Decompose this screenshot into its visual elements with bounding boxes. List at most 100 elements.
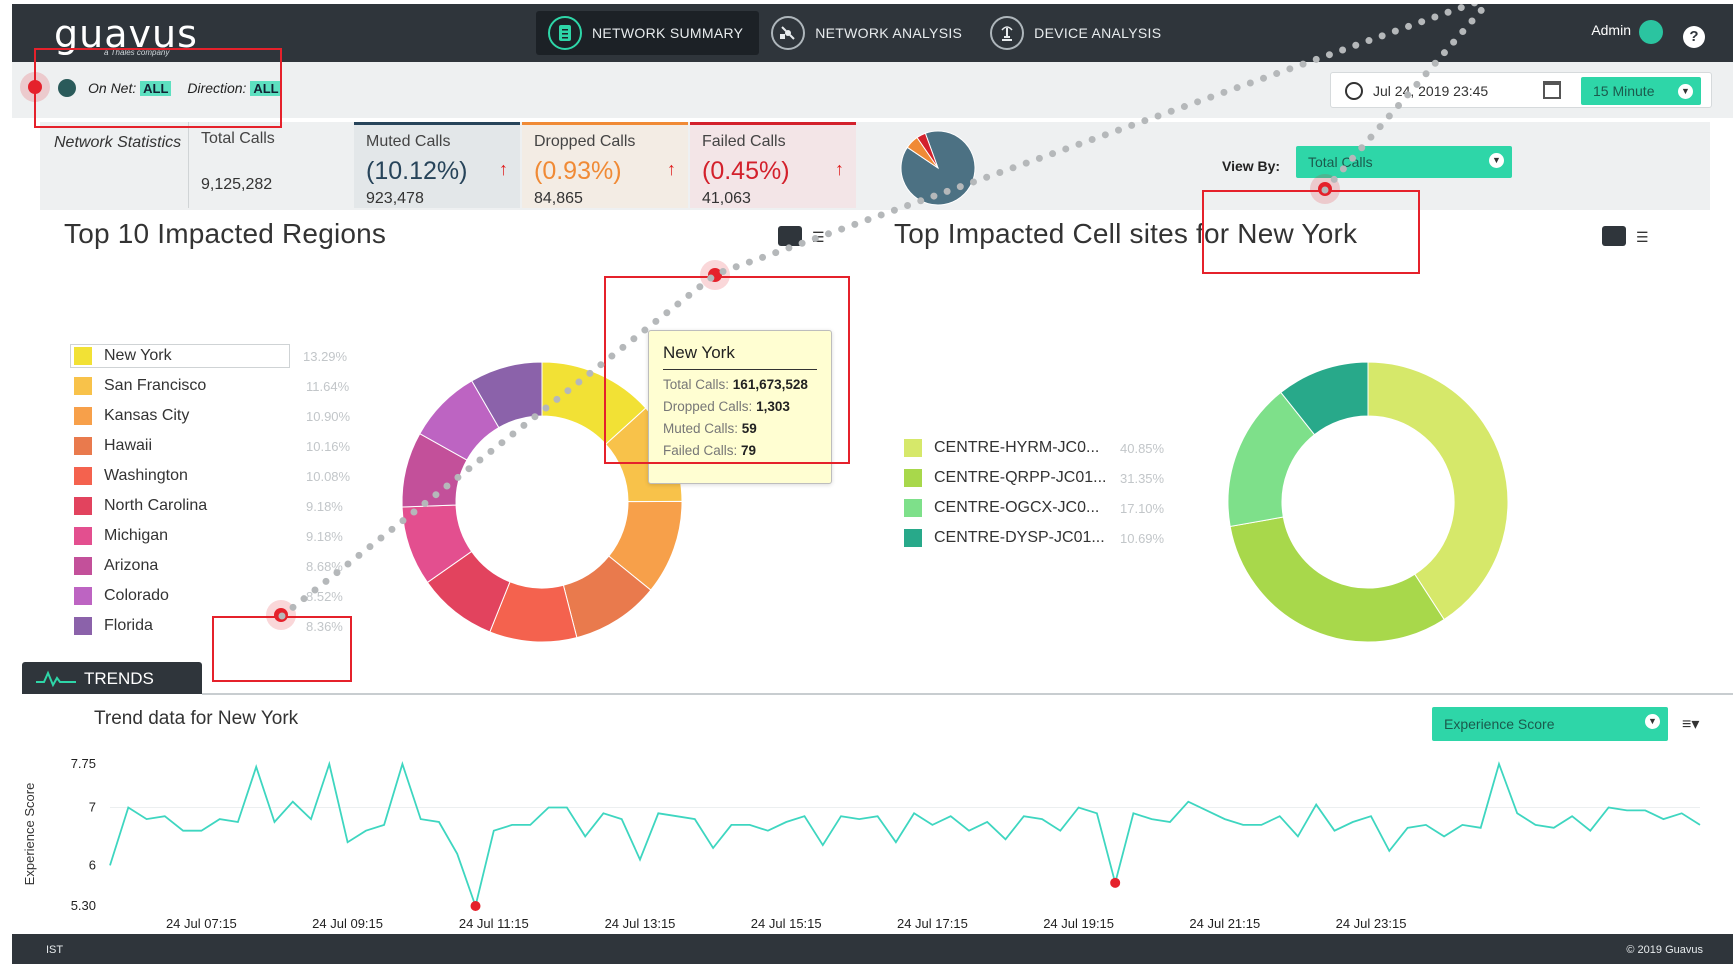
legend-label: CENTRE-OGCX-JC0... (934, 499, 1100, 516)
legend-label: Washington (104, 467, 188, 484)
legend-percent: 10.69% (1120, 530, 1165, 546)
stat-title: Muted Calls (366, 133, 451, 150)
anomaly-point[interactable] (1110, 877, 1121, 888)
legend-swatch (74, 407, 92, 425)
arrow-up-icon: ↑ (835, 159, 844, 179)
legend-swatch (74, 377, 92, 395)
legend-label: CENTRE-HYRM-JC0... (934, 439, 1100, 456)
legend-percent: 9.18% (306, 498, 343, 514)
view-by-value: Total Calls (1308, 154, 1373, 170)
region-legend-item[interactable]: North Carolina 9.18% (74, 494, 343, 518)
annotation-dot (28, 80, 42, 94)
region-legend-item[interactable]: Michigan 9.18% (74, 524, 343, 548)
region-legend-item[interactable]: Kansas City 10.90% (74, 404, 350, 428)
cell-legend-item[interactable]: CENTRE-DYSP-JC01... 10.69% (904, 526, 1164, 550)
legend-label: Colorado (104, 587, 169, 604)
x-tick-label: 24 Jul 17:15 (897, 916, 968, 931)
legend-percent: 13.29% (303, 348, 348, 364)
annotation-box-trend-title (212, 616, 352, 682)
annotation-box-filters (34, 48, 282, 128)
legend-swatch (74, 587, 92, 605)
list-view-icon[interactable]: ☰ (812, 230, 828, 244)
legend-swatch (74, 347, 92, 365)
legend-label: Arizona (104, 557, 159, 574)
pie-view-icon[interactable] (778, 226, 802, 246)
legend-swatch (904, 529, 922, 547)
chart-menu-icon[interactable]: ≡▾ (1682, 714, 1699, 734)
trends-divider (202, 693, 1733, 695)
app-window: guavus a Thales company NETWORK SUMMARY … (0, 0, 1733, 964)
list-view-icon[interactable]: ☰ (1636, 230, 1652, 244)
interval-dropdown[interactable]: 15 Minute ▼ (1581, 77, 1701, 105)
legend-percent: 8.68% (306, 558, 343, 574)
stat-title: Dropped Calls (534, 133, 636, 150)
view-by-label: View By: (1222, 158, 1281, 174)
tab-network-analysis[interactable]: NETWORK ANALYSIS (759, 11, 978, 55)
x-tick-label: 24 Jul 19:15 (1043, 916, 1114, 931)
stat-percent: (0.45%) (702, 157, 790, 185)
user-name[interactable]: Admin (1591, 22, 1631, 38)
y-tick-label: 7 (89, 799, 96, 814)
calendar-icon[interactable] (1543, 81, 1561, 99)
legend-swatch (74, 497, 92, 515)
region-legend-item[interactable]: New York 13.29% (70, 344, 347, 368)
arrow-up-icon: ↑ (499, 159, 508, 179)
legend-swatch (904, 439, 922, 457)
trends-tab[interactable]: TRENDS (22, 662, 202, 694)
tab-label: DEVICE ANALYSIS (1034, 25, 1162, 41)
call-status-pie[interactable] (900, 130, 976, 206)
x-tick-label: 24 Jul 09:15 (312, 916, 383, 931)
cell-legend-item[interactable]: CENTRE-HYRM-JC0... 40.85% (904, 436, 1164, 460)
region-legend-item[interactable]: Hawaii 10.16% (74, 434, 350, 458)
stat-dropped-calls[interactable]: Dropped Calls (0.93%) 84,865 ↑ (522, 122, 688, 208)
chevron-down-icon: ▼ (1489, 153, 1504, 168)
legend-percent: 17.10% (1120, 500, 1165, 516)
legend-percent: 9.18% (306, 528, 343, 544)
stat-title: Total Calls (201, 130, 275, 147)
donut-slice[interactable] (1367, 361, 1509, 621)
legend-percent: 31.35% (1120, 470, 1165, 486)
trend-chart[interactable]: Experience Score 7.75 7 6 5.30 24 Jul 07:15 24… (12, 744, 1733, 934)
pie-view-icon[interactable] (1602, 226, 1626, 246)
tab-network-summary[interactable]: NETWORK SUMMARY (536, 11, 760, 55)
stat-total-calls[interactable]: Total Calls 9,125,282 (188, 122, 352, 208)
region-legend-item[interactable]: San Francisco 11.64% (74, 374, 349, 398)
stat-percent: (10.12%) (366, 157, 468, 185)
interval-value: 15 Minute (1593, 83, 1655, 99)
annotation-dot (708, 268, 722, 282)
metric-dropdown[interactable]: Experience Score ▼ (1432, 707, 1668, 741)
cell-sites-donut[interactable] (1218, 352, 1518, 652)
anomaly-point[interactable] (470, 901, 481, 911)
region-legend-item[interactable]: Washington 10.08% (74, 464, 350, 488)
pulse-icon (36, 670, 76, 688)
donut-slice[interactable] (1229, 516, 1445, 643)
legend-label: San Francisco (104, 377, 207, 394)
view-by-dropdown[interactable]: Total Calls ▼ (1296, 146, 1512, 178)
stat-failed-calls[interactable]: Failed Calls (0.45%) 41,063 ↑ (690, 122, 856, 208)
region-legend-item[interactable]: Arizona 8.68% (74, 554, 343, 578)
region-legend-item[interactable]: Florida 8.36% (74, 614, 343, 638)
cell-legend-item[interactable]: CENTRE-QRPP-JC01... 31.35% (904, 466, 1164, 490)
x-tick-label: 24 Jul 23:15 (1336, 916, 1407, 931)
legend-label: North Carolina (104, 497, 208, 514)
legend-percent: 40.85% (1120, 440, 1165, 456)
clock-icon (1345, 82, 1363, 100)
y-tick-label: 7.75 (71, 756, 96, 771)
series-line[interactable] (109, 760, 1701, 910)
cell-legend-item[interactable]: CENTRE-OGCX-JC0... 17.10% (904, 496, 1164, 520)
avatar-icon[interactable] (1639, 20, 1663, 44)
dashboard: guavus a Thales company NETWORK SUMMARY … (12, 4, 1733, 964)
document-icon (548, 16, 582, 50)
x-tick-label: 24 Jul 11:15 (459, 916, 529, 931)
stats-label: Network Statistics (54, 134, 182, 151)
help-icon[interactable]: ? (1683, 26, 1705, 48)
copyright: © 2019 Guavus (1626, 944, 1703, 956)
stat-muted-calls[interactable]: Muted Calls (10.12%) 923,478 ↑ (354, 122, 520, 208)
annotation-box-cell-title (1202, 190, 1420, 274)
legend-label: CENTRE-QRPP-JC01... (934, 469, 1107, 486)
footer: IST © 2019 Guavus (12, 934, 1733, 964)
region-legend-item[interactable]: Colorado 8.52% (74, 584, 343, 608)
tab-device-analysis[interactable]: DEVICE ANALYSIS (978, 11, 1177, 55)
datetime-picker[interactable]: Jul 24, 2019 23:45 15 Minute ▼ (1330, 72, 1712, 108)
legend-percent: 10.08% (306, 468, 351, 484)
